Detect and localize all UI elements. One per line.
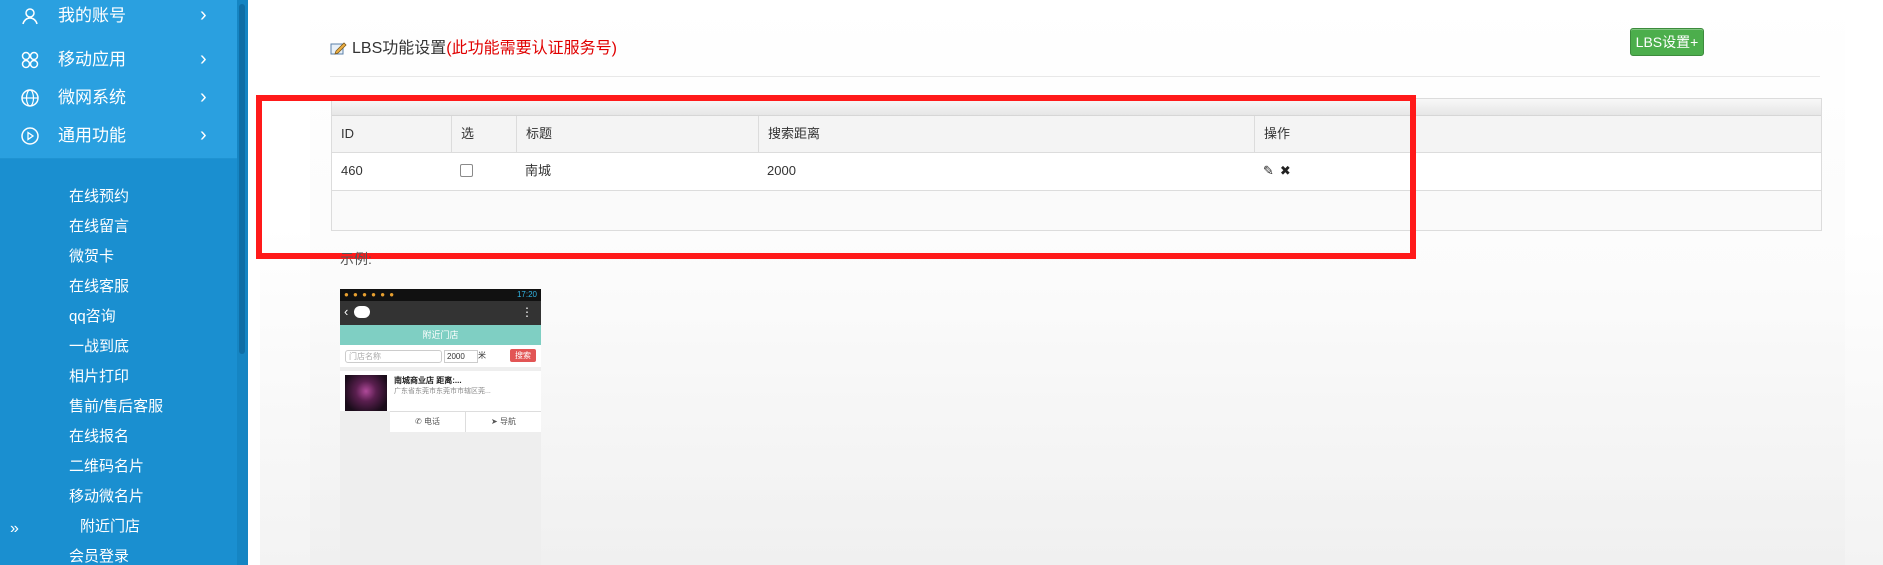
- phone-search-bar: 门店名称 2000 米 搜索: [340, 345, 541, 367]
- chevron-right-icon: ›: [200, 4, 207, 26]
- back-arrow-icon: ‹: [344, 304, 349, 319]
- page-header: LBS功能设置(此功能需要认证服务号): [330, 34, 617, 57]
- notification-icons: ● ● ● ● ● ●: [344, 290, 396, 299]
- submenu-item-member-login[interactable]: 会员登录: [69, 547, 129, 565]
- play-circle-icon: [21, 127, 39, 145]
- menu-item-label: 我的账号: [58, 6, 126, 25]
- chevron-right-icon: ›: [200, 124, 207, 146]
- phone-store-card: 南城商业店 距离:... 广东省东莞市东莞市市辖区莞...: [340, 371, 541, 411]
- menu-item-my-account[interactable]: 我的账号 ›: [0, 0, 237, 39]
- phone-store-actions: ✆ 电话 ➤ 导航: [390, 411, 541, 432]
- example-label: 示例:: [340, 251, 372, 267]
- submenu-item-quiz[interactable]: 一战到底: [69, 337, 129, 357]
- phone-distance-unit: 米: [478, 351, 486, 360]
- submenu-item-qr-card[interactable]: 二维码名片: [69, 457, 144, 477]
- submenu-item-online-service[interactable]: 在线客服: [69, 277, 129, 297]
- lbs-add-button[interactable]: LBS设置+: [1630, 28, 1704, 56]
- menu-item-general-functions[interactable]: 通用功能 ›: [0, 114, 237, 159]
- navigation-arrow-icon: ➤: [491, 417, 500, 426]
- menu-item-label: 移动应用: [58, 50, 126, 69]
- phone-search-button: 搜索: [510, 349, 536, 362]
- navigate-label: 导航: [499, 417, 516, 426]
- double-chevron-right-icon[interactable]: »: [10, 519, 19, 539]
- menu-item-label: 微网系统: [58, 88, 126, 107]
- submenu-item-pre-after-sales[interactable]: 售前/售后客服: [69, 397, 163, 417]
- submenu-item-online-booking[interactable]: 在线预约: [69, 187, 129, 207]
- apps-icon: [21, 51, 39, 69]
- scrollbar-thumb[interactable]: [239, 4, 245, 354]
- phone-distance-input: 2000: [444, 350, 478, 363]
- edit-settings-icon: [330, 42, 347, 55]
- more-vertical-icon: ⋮: [521, 305, 533, 319]
- phone-call-button: ✆ 电话: [390, 412, 466, 432]
- chevron-right-icon: ›: [200, 48, 207, 70]
- submenu-item-photo-print[interactable]: 相片打印: [69, 367, 129, 387]
- highlight-annotation-box: [256, 95, 1416, 259]
- submenu-item-online-signup[interactable]: 在线报名: [69, 427, 129, 447]
- sidebar-scrollbar[interactable]: [237, 0, 248, 565]
- page-title: LBS功能设置: [352, 40, 447, 57]
- divider: [330, 76, 1820, 77]
- submenu-item-mobile-card[interactable]: 移动微名片: [69, 487, 144, 507]
- submenu-item-qq-consult[interactable]: qq咨询: [69, 307, 116, 327]
- submenu-item-nearby-stores[interactable]: 附近门店: [80, 517, 140, 537]
- phone-status-bar: ● ● ● ● ● ● 17:20: [340, 289, 541, 301]
- phone-nav-bar: ‹ ⋮: [340, 301, 541, 325]
- menu-item-label: 通用功能: [58, 126, 126, 145]
- chevron-right-icon: ›: [200, 86, 207, 108]
- submenu-item-online-message[interactable]: 在线留言: [69, 217, 129, 237]
- globe-icon: [21, 89, 39, 107]
- wechat-icon: [354, 306, 370, 318]
- sidebar: 我的账号 › 移动应用 › 微网系统 › 通用功能 › 在线预约 在线留言 微贺…: [0, 0, 248, 565]
- store-address: 广东省东莞市东莞市市辖区莞...: [394, 388, 491, 395]
- phone-preview-image: ● ● ● ● ● ● 17:20 ‹ ⋮ 附近门店 门店名称 2000 米 搜…: [340, 289, 541, 565]
- user-icon: [22, 8, 38, 25]
- phone-navigate-button: ➤ 导航: [466, 412, 541, 432]
- phone-page-title: 附近门店: [340, 325, 541, 345]
- page-title-note: (此功能需要认证服务号): [446, 40, 617, 57]
- submenu-item-greeting-card[interactable]: 微贺卡: [69, 247, 114, 267]
- phone-time: 17:20: [516, 290, 537, 299]
- store-name: 南城商业店 距离:...: [394, 376, 462, 385]
- phone-icon: ✆: [415, 417, 424, 426]
- submenu: 在线预约 在线留言 微贺卡 在线客服 qq咨询 一战到底 相片打印 售前/售后客…: [0, 182, 237, 565]
- call-label: 电话: [423, 417, 440, 426]
- store-thumbnail: [345, 375, 387, 411]
- phone-store-name-input: 门店名称: [345, 350, 442, 363]
